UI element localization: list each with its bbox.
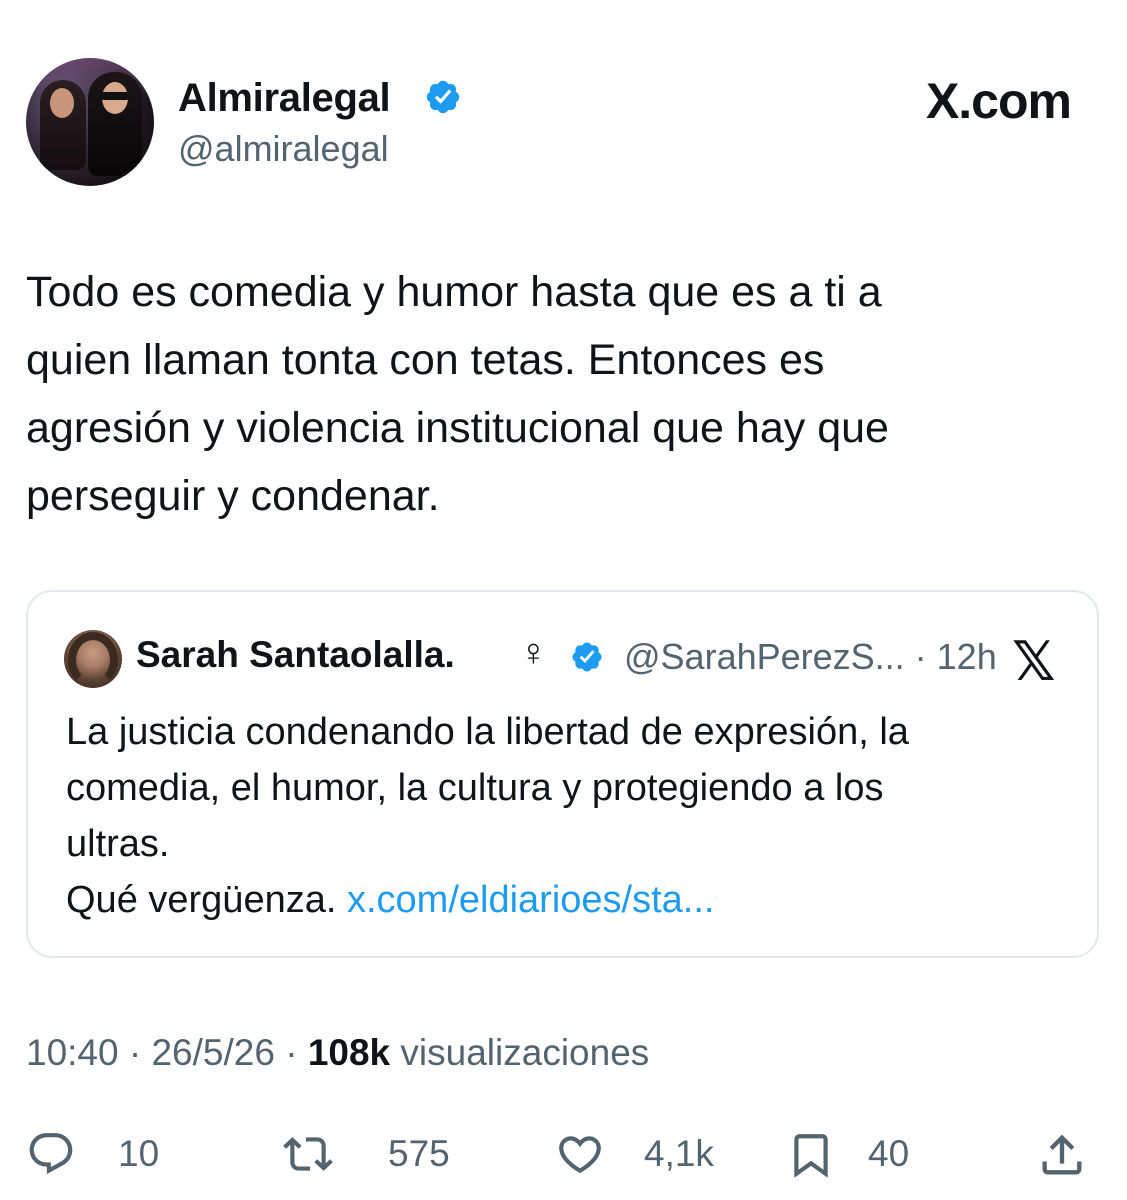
quoted-author-avatar[interactable] <box>64 630 122 688</box>
tweet-text-line: perseguir y condenar. <box>26 472 440 520</box>
like-count: 4,1k <box>644 1133 714 1174</box>
quoted-tweet-text: La justicia condenando la libertad de ex… <box>66 704 1066 928</box>
meta-separator: · <box>285 1032 298 1073</box>
tweet-header: Almiralegal @almiralegal X.com <box>26 58 1101 186</box>
quoted-text-line: comedia, el humor, la cultura y protegie… <box>66 767 884 809</box>
tweet-text: Todo es comedia y humor hasta que es a t… <box>26 258 1086 530</box>
quoted-author-handle-time[interactable]: @SarahPerezS... · 12h <box>624 636 997 678</box>
avatar-face-left <box>50 88 74 118</box>
tweet-text-line: quien llaman tonta con tetas. Entonces e… <box>26 336 825 384</box>
avatar-hair <box>68 632 118 688</box>
author-avatar[interactable] <box>26 58 154 186</box>
bookmark-icon <box>794 1134 828 1178</box>
quoted-text-end: Qué vergüenza. <box>66 879 337 921</box>
female-symbol-icon: ♀ <box>519 632 548 674</box>
like-button[interactable]: 4,1k <box>554 1125 734 1185</box>
bookmark-count: 40 <box>868 1133 910 1174</box>
repost-button[interactable]: 575 <box>278 1125 468 1185</box>
tweet-meta: 10:40 · 26/5/26 · 108k visualizaciones <box>26 1032 649 1074</box>
reply-icon <box>29 1133 73 1175</box>
action-bar: 10 575 4,1k 40 <box>26 1125 1101 1185</box>
heart-icon <box>559 1136 601 1174</box>
quoted-text-line: ultras. <box>66 823 170 865</box>
verified-badge-icon <box>426 80 460 114</box>
share-icon <box>1042 1134 1082 1175</box>
views-label: visualizaciones <box>400 1032 650 1073</box>
repost-icon <box>283 1137 333 1171</box>
tweet-text-line: Todo es comedia y humor hasta que es a t… <box>26 268 882 316</box>
quoted-text-last-line: Qué vergüenza. x.com/eldiarioes/sta... <box>66 872 1066 928</box>
meta-separator: · <box>128 1032 142 1073</box>
tweet-time[interactable]: 10:40 <box>26 1032 119 1073</box>
reply-count: 10 <box>118 1133 160 1174</box>
views-count[interactable]: 108k <box>308 1032 390 1073</box>
repost-count: 575 <box>388 1133 450 1174</box>
author-name[interactable]: Almiralegal <box>178 76 391 121</box>
reply-button[interactable]: 10 <box>26 1125 166 1185</box>
quoted-text-line: La justicia condenando la libertad de ex… <box>66 711 909 753</box>
x-logo-icon: 𝕏 <box>1012 632 1056 692</box>
bookmark-button[interactable]: 40 <box>786 1125 956 1185</box>
tweet-text-line: agresión y violencia institucional que h… <box>26 404 889 452</box>
share-button[interactable] <box>1036 1125 1096 1185</box>
quoted-author-name[interactable]: Sarah Santaolalla. <box>136 634 455 676</box>
tweet-date[interactable]: 26/5/26 <box>151 1032 274 1073</box>
quoted-verified-badge-icon <box>572 642 602 672</box>
quoted-link[interactable]: x.com/eldiarioes/sta... <box>347 879 714 921</box>
avatar-sunglasses <box>100 92 130 100</box>
quoted-tweet-card[interactable]: Sarah Santaolalla. ♀ @SarahPerezS... · 1… <box>26 590 1099 958</box>
author-handle[interactable]: @almiralegal <box>178 128 389 170</box>
x-com-brand: X.com <box>925 73 1072 129</box>
